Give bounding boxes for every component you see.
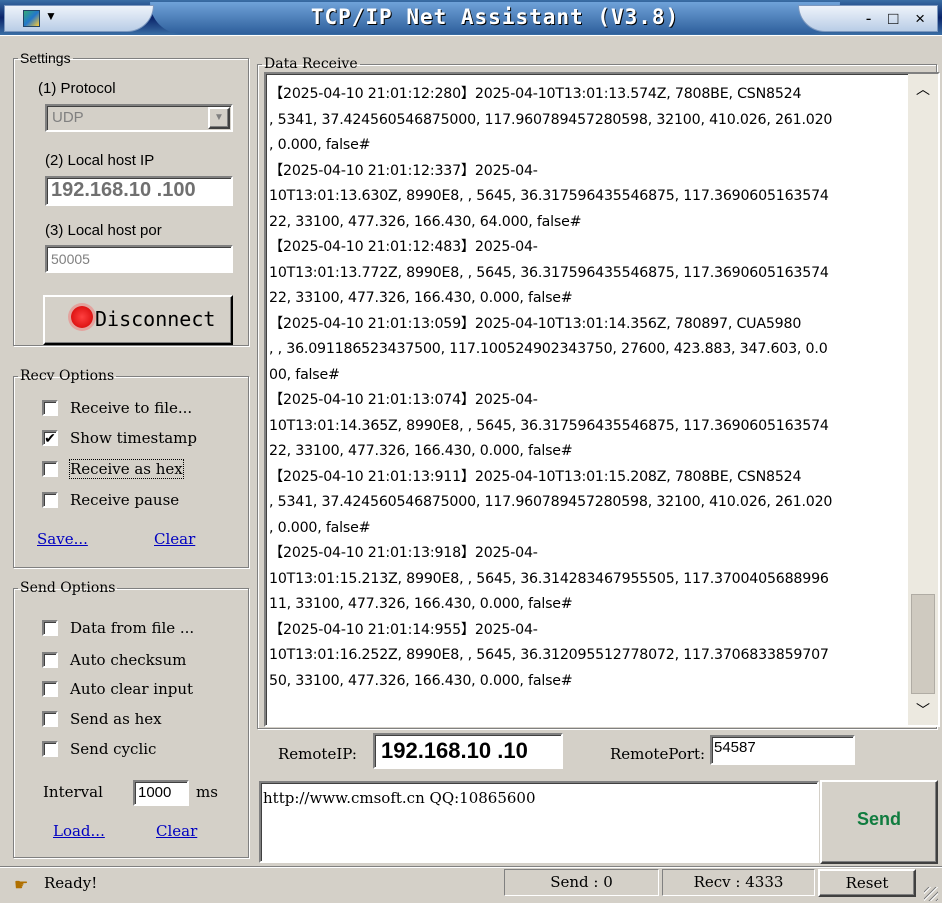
receive-to-file-label: Receive to file...	[70, 399, 193, 417]
window-controls[interactable]: - □ ×	[798, 5, 938, 32]
receive-line: 【2025-04-10 21:01:12:280】2025-04-10T13:0…	[269, 86, 802, 102]
local-ip-label: (2) Local host IP	[45, 152, 155, 169]
app-icon	[23, 10, 40, 27]
receive-as-hex-label: Receive as hex	[69, 459, 184, 479]
scroll-down-icon[interactable]: ﹀	[908, 695, 938, 725]
receive-line: 【2025-04-10 21:01:13:918】2025-04-	[269, 545, 538, 561]
send-options-legend: Send Options	[20, 580, 116, 596]
reset-button-label: Reset	[845, 874, 889, 892]
send-counter: Send : 0	[504, 869, 659, 896]
receive-to-file-checkbox[interactable]	[42, 400, 58, 416]
send-as-hex-checkbox[interactable]	[42, 711, 58, 727]
status-text: Ready!	[44, 874, 98, 892]
window-title: TCP/IP Net Assistant (V3.8)	[310, 5, 680, 29]
data-from-file-checkbox[interactable]	[42, 620, 58, 636]
system-menu-button[interactable]: ▼	[4, 5, 154, 32]
status-led-icon	[71, 306, 93, 328]
scroll-up-icon[interactable]: ︿	[908, 74, 938, 104]
data-receive-legend: Data Receive	[264, 56, 358, 72]
recv-counter: Recv : 4333	[662, 869, 815, 896]
remote-port-value: 54587	[714, 739, 756, 756]
interval-input[interactable]: 1000	[133, 780, 189, 806]
dropdown-arrow-icon[interactable]: ▼	[208, 107, 230, 129]
chevron-down-icon: ▼	[45, 9, 57, 23]
title-bar: TCP/IP Net Assistant (V3.8) ▼ - □ ×	[0, 0, 942, 36]
receive-line: , 0.000, false#	[269, 137, 371, 153]
receive-line: 11, 33100, 477.326, 166.430, 0.000, fals…	[269, 596, 573, 612]
reset-button[interactable]: Reset	[818, 869, 916, 897]
local-ip-input[interactable]: 192.168.10 .100	[45, 176, 233, 206]
receive-line: 【2025-04-10 21:01:13:074】2025-04-	[269, 392, 538, 408]
interval-unit: ms	[196, 783, 218, 801]
local-port-label: (3) Local host por	[45, 222, 162, 239]
local-port-value: 50005	[51, 251, 90, 267]
receive-line: 【2025-04-10 21:01:12:483】2025-04-	[269, 239, 538, 255]
show-timestamp-checkbox[interactable]: ✔	[42, 430, 58, 446]
send-cyclic-checkbox[interactable]	[42, 741, 58, 757]
receive-line: 10T13:01:16.252Z, 8990E8, , 5645, 36.312…	[269, 647, 829, 663]
receive-line: , , 36.091186523437500, 117.100524902343…	[269, 341, 828, 357]
settings-legend: Settings	[20, 50, 71, 66]
receive-textarea[interactable]: 【2025-04-10 21:01:12:280】2025-04-10T13:0…	[264, 72, 940, 727]
receive-line: , 5341, 37.424560546875000, 117.96078945…	[269, 111, 833, 128]
receive-line: , 0.000, false#	[269, 519, 371, 536]
recv-options-legend: Recv Options	[20, 368, 115, 384]
receive-line: 22, 33100, 477.326, 166.430, 0.000, fals…	[269, 290, 573, 306]
remote-ip-label: RemoteIP:	[278, 745, 357, 763]
send-cyclic-label: Send cyclic	[70, 740, 157, 758]
resize-grip-icon[interactable]	[924, 887, 938, 901]
receive-content: 【2025-04-10 21:01:12:280】2025-04-10T13:0…	[269, 82, 832, 694]
receive-line: 10T13:01:13.772Z, 8990E8, , 5645, 36.317…	[269, 264, 829, 281]
receive-line: 10T13:01:14.365Z, 8990E8, , 5645, 36.317…	[269, 417, 829, 434]
protocol-value: UDP	[52, 109, 84, 126]
remote-port-label: RemotePort:	[610, 745, 706, 763]
interval-value: 1000	[138, 784, 172, 801]
receive-as-hex-checkbox[interactable]	[42, 461, 58, 477]
receive-line: 50, 33100, 477.326, 166.430, 0.000, fals…	[269, 672, 573, 689]
send-as-hex-label: Send as hex	[70, 710, 162, 728]
protocol-label: (1) Protocol	[38, 80, 116, 97]
recv-clear-link[interactable]: Clear	[154, 530, 195, 548]
receive-line: 【2025-04-10 21:01:14:955】2025-04-	[269, 621, 538, 638]
send-button-label: Send	[856, 809, 901, 829]
receive-line: 10T13:01:15.213Z, 8990E8, , 5645, 36.314…	[269, 570, 829, 587]
remote-ip-value: 192.168.10 .10	[381, 738, 528, 763]
scroll-thumb[interactable]	[911, 594, 935, 694]
receive-pause-label: Receive pause	[70, 491, 180, 509]
disconnect-label: Disconnect	[95, 307, 216, 331]
data-from-file-label: Data from file ...	[70, 619, 195, 637]
protocol-select[interactable]: UDP ▼	[45, 104, 233, 132]
receive-line: 【2025-04-10 21:01:13:911】2025-04-10T13:0…	[269, 468, 802, 485]
send-clear-link[interactable]: Clear	[156, 822, 197, 840]
remote-port-input[interactable]: 54587	[710, 735, 855, 765]
auto-checksum-checkbox[interactable]	[42, 652, 58, 668]
receive-line: 22, 33100, 477.326, 166.430, 64.000, fal…	[269, 213, 582, 230]
auto-checksum-label: Auto checksum	[70, 651, 187, 669]
hand-pointer-icon: ☛	[14, 877, 29, 894]
send-input[interactable]: http://www.cmsoft.cn QQ:10865600	[259, 781, 819, 863]
show-timestamp-label: Show timestamp	[70, 429, 197, 447]
save-link[interactable]: Save...	[37, 530, 88, 548]
load-link[interactable]: Load...	[53, 822, 105, 840]
title-band: TCP/IP Net Assistant (V3.8)	[150, 2, 840, 34]
receive-line: 00, false#	[269, 366, 340, 383]
remote-ip-input[interactable]: 192.168.10 .10	[373, 733, 563, 769]
local-port-input[interactable]: 50005	[45, 245, 233, 273]
receive-line: 【2025-04-10 21:01:12:337】2025-04-	[269, 162, 538, 179]
receive-line: 10T13:01:13.630Z, 8990E8, , 5645, 36.317…	[269, 188, 829, 204]
disconnect-button[interactable]: Disconnect	[43, 295, 233, 345]
interval-label: Interval	[43, 783, 103, 801]
receive-line: , 5341, 37.424560546875000, 117.96078945…	[269, 494, 833, 510]
auto-clear-input-label: Auto clear input	[70, 680, 194, 698]
auto-clear-input-checkbox[interactable]	[42, 681, 58, 697]
send-input-value: http://www.cmsoft.cn QQ:10865600	[263, 789, 536, 807]
receive-line: 【2025-04-10 21:01:13:059】2025-04-10T13:0…	[269, 315, 802, 332]
local-ip-value: 192.168.10 .100	[51, 179, 196, 201]
send-button[interactable]: Send	[820, 780, 938, 864]
receive-pause-checkbox[interactable]	[42, 492, 58, 508]
receive-scrollbar[interactable]: ︿ ﹀	[908, 74, 938, 725]
receive-line: 22, 33100, 477.326, 166.430, 0.000, fals…	[269, 443, 573, 459]
